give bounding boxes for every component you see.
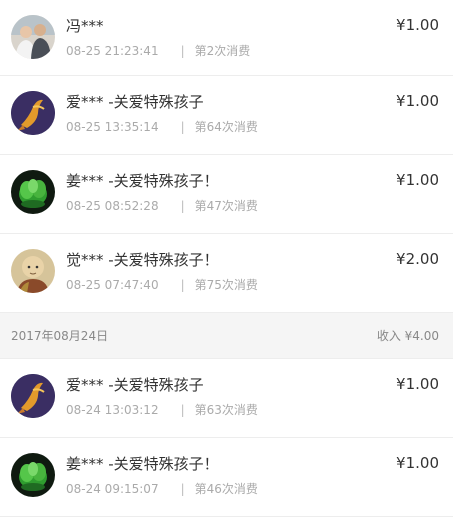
consumption-count: 第64次消费	[194, 120, 258, 134]
meta-separator: |	[180, 44, 185, 58]
transaction-meta: 08-25 21:23:41 | 第2次消费	[66, 42, 250, 59]
transaction-row[interactable]: 冯*** 08-25 21:23:41 | 第2次消费 ¥1.00	[0, 0, 453, 76]
meta-separator: |	[180, 199, 185, 213]
green-lotus-avatar	[11, 453, 55, 497]
monk-avatar	[11, 249, 55, 293]
consumption-count: 第47次消费	[194, 199, 258, 213]
payer-name: 爱*** -关爱特殊孩子	[66, 93, 204, 111]
transaction-amount: ¥1.00	[396, 454, 439, 472]
transaction-row[interactable]: 姜*** -关爱特殊孩子！ 08-25 08:52:28 | 第47次消费 ¥1.0…	[0, 155, 453, 234]
transaction-time: 08-25 21:23:41	[66, 44, 159, 58]
transaction-meta: 08-24 13:03:12 | 第63次消费	[66, 401, 258, 418]
consumption-count: 第2次消费	[194, 44, 251, 58]
payer-name: 姜*** -关爱特殊孩子！	[66, 172, 219, 190]
koi-fish-avatar	[11, 91, 55, 135]
meta-separator: |	[180, 278, 185, 292]
meta-separator: |	[180, 403, 185, 417]
day-header: 2017年08月24日 收入 ¥4.00	[0, 313, 453, 359]
green-lotus-avatar	[11, 170, 55, 214]
transaction-amount: ¥1.00	[396, 92, 439, 110]
payer-name: 觉*** -关爱特殊孩子！	[66, 251, 219, 269]
transaction-meta: 08-24 09:15:07 | 第46次消费	[66, 480, 258, 497]
transaction-time: 08-25 08:52:28	[66, 199, 159, 213]
transaction-meta: 08-25 08:52:28 | 第47次消费	[66, 197, 258, 214]
transaction-meta: 08-25 13:35:14 | 第64次消费	[66, 118, 258, 135]
payer-name: 姜*** -关爱特殊孩子！	[66, 455, 219, 473]
transaction-time: 08-25 07:47:40	[66, 278, 159, 292]
consumption-count: 第46次消费	[194, 482, 258, 496]
transaction-time: 08-24 09:15:07	[66, 482, 159, 496]
transaction-meta: 08-25 07:47:40 | 第75次消费	[66, 276, 258, 293]
transaction-time: 08-24 13:03:12	[66, 403, 159, 417]
transaction-amount: ¥1.00	[396, 171, 439, 189]
transaction-amount: ¥1.00	[396, 375, 439, 393]
meta-separator: |	[180, 120, 185, 134]
consumption-count: 第63次消费	[194, 403, 258, 417]
meta-separator: |	[180, 482, 185, 496]
transaction-amount: ¥1.00	[396, 16, 439, 34]
transaction-row[interactable]: 姜*** -关爱特殊孩子！ 08-24 09:15:07 | 第46次消费 ¥1.0…	[0, 438, 453, 517]
transaction-list: 冯*** 08-25 21:23:41 | 第2次消费 ¥1.00 爱*** -关爱…	[0, 0, 453, 517]
day-date: 2017年08月24日	[11, 329, 109, 343]
transaction-row[interactable]: 爱*** -关爱特殊孩子 08-25 13:35:14 | 第64次消费 ¥1.00	[0, 76, 453, 155]
payer-name: 冯***	[66, 17, 104, 35]
transaction-time: 08-25 13:35:14	[66, 120, 159, 134]
payer-name: 爱*** -关爱特殊孩子	[66, 376, 204, 394]
transaction-row[interactable]: 觉*** -关爱特殊孩子！ 08-25 07:47:40 | 第75次消费 ¥2.0…	[0, 234, 453, 313]
consumption-count: 第75次消费	[194, 278, 258, 292]
two-men-photo-avatar	[11, 15, 55, 59]
koi-fish-avatar	[11, 374, 55, 418]
transaction-row[interactable]: 爱*** -关爱特殊孩子 08-24 13:03:12 | 第63次消费 ¥1.00	[0, 359, 453, 438]
transaction-amount: ¥2.00	[396, 250, 439, 268]
day-income: 收入 ¥4.00	[376, 329, 439, 343]
